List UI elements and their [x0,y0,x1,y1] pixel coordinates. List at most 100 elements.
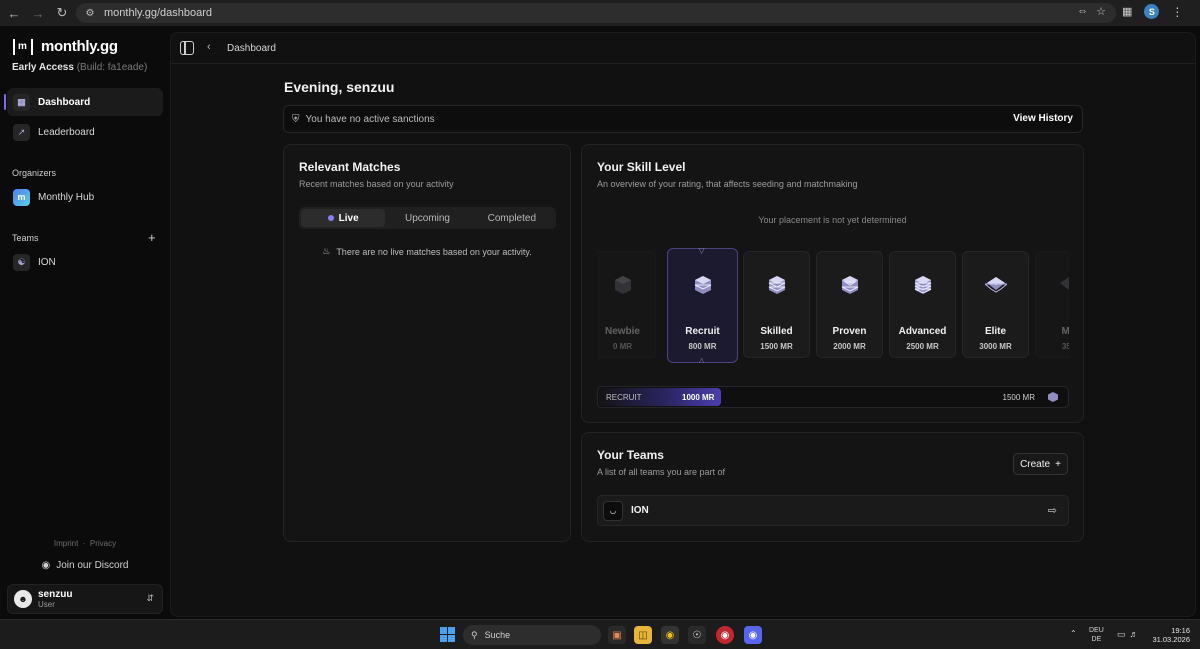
rank-mr: 1500 MR [760,342,793,351]
rank-card-master[interactable]: Ma 350 [1035,251,1069,358]
link-separator: · [82,539,86,548]
rank-card-recruit[interactable]: ▽ Recruit 800 MR △ [667,248,738,363]
extensions-icon[interactable]: ▦ [1122,5,1132,18]
match-tabs: Live Upcoming Completed [299,207,556,229]
tray-icons: ▭ ♬ [1117,629,1139,640]
tab-label: Upcoming [404,212,450,224]
store-app-icon[interactable]: ▣ [608,626,626,644]
rank-mr: 3000 MR [979,342,1012,351]
rank-gem-icon [984,277,1007,293]
tab-upcoming[interactable]: Upcoming [385,209,469,227]
monthly-hub-icon: m [13,188,30,206]
clock-time: 19:16 [1171,626,1190,635]
address-bar[interactable]: ⚙ monthly.gg/dashboard ⇔ ☆ [76,3,1116,23]
discord-app-icon[interactable]: ◉ [744,626,762,644]
privacy-link[interactable]: Privacy [90,539,116,548]
shield-icon: ⛨ [292,113,300,125]
reload-icon[interactable]: ↻ [51,2,73,24]
top-bar: ‹ Dashboard [171,33,1195,64]
chrome-app-icon[interactable]: ◉ [661,626,679,644]
create-label: Create [1020,458,1051,470]
progress-next-value: 1500 MR [1002,393,1035,402]
user-name: senzuu [38,588,73,600]
tab-live[interactable]: Live [301,209,386,227]
triangle-up-icon: △ [698,356,705,363]
card-subtitle: An overview of your rating, that affects… [597,179,858,189]
volume-icon[interactable]: ♬ [1130,629,1139,640]
live-dot-icon [327,215,334,221]
discord-icon: ◉ [41,560,51,571]
lang-region: DE [1091,636,1102,643]
chevron-up-icon[interactable]: ⌃ [1070,629,1077,638]
sidebar-item-label: Leaderboard [38,126,95,138]
site-info-icon[interactable]: ⚙ [84,7,96,19]
rank-card-newbie[interactable]: Newbie 0 MR [597,251,656,358]
view-history-button[interactable]: View History [1013,113,1073,124]
team-name: ION [631,505,649,516]
sanctions-text: You have no active sanctions [305,113,435,125]
clock[interactable]: 19:16 31.03.2026 [1148,626,1190,644]
next-rank-gem-icon [1048,392,1058,402]
sidebar-toggle-icon[interactable] [180,41,194,55]
forward-arrow-icon[interactable]: → [27,2,49,24]
rank-gem-icon [768,276,785,294]
monthly-logo-icon: m [13,38,33,55]
rank-carousel[interactable]: Newbie 0 MR ▽ Recruit 800 MR △ Skilled 1… [597,248,1069,363]
rank-gem-icon [1059,277,1069,290]
bookmark-star-icon[interactable]: ☆ [1096,5,1106,18]
app-icon[interactable]: ☉ [688,626,706,644]
translate-icon[interactable]: ⇔ [1077,5,1088,18]
url-text[interactable]: monthly.gg/dashboard [104,7,212,19]
grid-icon: ▦ [13,93,30,111]
your-teams-card: Your Teams A list of all teams you are p… [581,432,1084,542]
plus-icon: + [1055,458,1061,470]
profile-avatar[interactable]: S [1144,4,1160,19]
team-logo: ◡ [603,500,623,521]
chevron-left-icon[interactable]: ‹ [207,41,211,53]
placement-status: Your placement is not yet determined [758,215,907,225]
main-panel: ‹ Dashboard Evening, senzuu ⛨ You have n… [170,32,1196,617]
sidebar-item-ion[interactable]: ☯ ION [7,248,163,276]
brand-logo[interactable]: m monthly.gg [13,38,118,55]
rank-gem-icon [694,276,711,294]
avatar: ☻ [14,590,32,608]
imprint-link[interactable]: Imprint [54,539,78,548]
sidebar-item-dashboard[interactable]: ▦ Dashboard [4,88,163,116]
monitor-icon[interactable]: ▭ [1117,629,1126,640]
rank-mr: 2500 MR [906,342,939,351]
rank-name: Ma [1061,326,1069,337]
rank-name: Newbie [604,326,640,337]
team-row[interactable]: ◡ ION ⇨ [597,495,1069,526]
rank-card-advanced[interactable]: Advanced 2500 MR [889,251,956,358]
sidebar-item-monthly-hub[interactable]: m Monthly Hub [7,183,163,211]
rank-card-proven[interactable]: Proven 2000 MR [816,251,883,358]
rank-name: Proven [832,326,867,337]
rank-card-skilled[interactable]: Skilled 1500 MR [743,251,810,358]
organizers-heading: Organizers [12,168,57,178]
early-access-text: Early Access [12,62,74,73]
sidebar-item-leaderboard[interactable]: ↗ Leaderboard [7,118,163,146]
browser-toolbar: ← → ↻ ⚙ monthly.gg/dashboard ⇔ ☆ ▦ S ⋮ [0,0,1200,26]
user-role: User [38,599,55,609]
input-language[interactable]: DEU DE [1089,626,1104,644]
windows-start-icon[interactable] [440,627,455,642]
team-icon: ☯ [13,253,30,271]
tab-completed[interactable]: Completed [470,209,554,227]
create-team-button[interactable]: Create + [1013,453,1068,475]
discord-link[interactable]: ◉ Join our Discord [0,560,170,571]
triangle-down-icon: ▽ [698,248,705,255]
footer-links: Imprint · Privacy [0,539,170,548]
rating-progress-bar: RECRUIT 1000 MR 1500 MR [597,386,1069,408]
back-arrow-icon[interactable]: ← [3,2,25,24]
leave-team-icon[interactable]: ⇨ [1048,504,1057,517]
add-team-icon[interactable]: + [148,230,156,245]
taskbar-search[interactable]: ⚲ Suche [463,625,601,645]
file-explorer-icon[interactable]: ◫ [634,626,652,644]
user-menu[interactable]: ☻ senzuu User ⇵ [7,584,163,614]
rank-card-elite[interactable]: Elite 3000 MR [962,251,1029,358]
red-app-icon[interactable]: ◉ [716,626,734,644]
menu-kebab-icon[interactable]: ⋮ [1171,5,1183,19]
rank-mr: 0 MR [612,342,633,351]
rank-mr: 350 [1061,342,1069,351]
sanctions-bar: ⛨ You have no active sanctions View Hist… [283,105,1083,133]
